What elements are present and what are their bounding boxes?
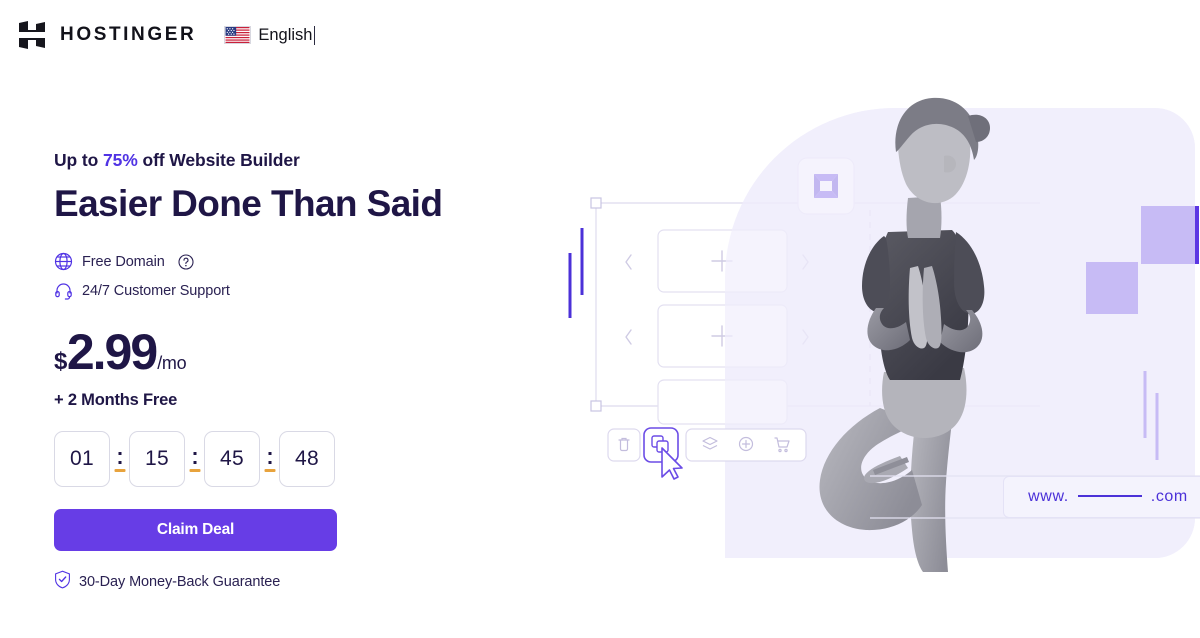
feature-list: Free Domain 24/7 Customer Support [54, 247, 474, 305]
headset-icon [54, 281, 73, 300]
hero-illustration: www. .com [540, 0, 1200, 638]
price-amount: 2.99 [66, 324, 158, 380]
globe-icon [54, 252, 73, 271]
shield-check-icon [54, 570, 71, 594]
feature-label: 24/7 Customer Support [82, 282, 230, 299]
feature-item-support: 24/7 Customer Support [54, 276, 474, 305]
domain-prefix: www. [1028, 488, 1069, 505]
question-circle-icon[interactable] [174, 253, 194, 270]
eyebrow-suffix: off Website Builder [137, 150, 300, 170]
hostinger-h-logo-icon [18, 20, 46, 50]
domain-input-bar[interactable]: www. .com [1003, 476, 1200, 518]
us-flag-icon [224, 26, 252, 44]
promo-eyebrow: Up to 75% off Website Builder [54, 148, 474, 172]
bonus-text: + 2 Months Free [54, 391, 178, 409]
countdown-unit-minutes: 45 [204, 431, 260, 487]
feature-label: Free Domain [82, 253, 165, 270]
price-period: /mo [157, 353, 187, 373]
feature-item-free-domain: Free Domain [54, 247, 474, 276]
domain-blank-line [1077, 494, 1142, 497]
countdown-separator [260, 431, 279, 487]
brand-name: HOSTINGER [60, 24, 197, 45]
guarantee-label: 30-Day Money-Back Guarantee [79, 574, 281, 590]
landing-page: HOSTINGER English Up to 75% off Website … [0, 0, 1200, 638]
hero-content: Up to 75% off Website Builder Easier Don… [54, 148, 474, 594]
language-label: English [258, 25, 316, 45]
eyebrow-prefix: Up to [54, 150, 103, 170]
countdown-unit-hours: 15 [129, 431, 185, 487]
price-display: $ 2.99 /mo [54, 327, 474, 377]
brand-logo[interactable]: HOSTINGER [18, 20, 196, 50]
money-back-guarantee: 30-Day Money-Back Guarantee [54, 570, 474, 594]
countdown-unit-days: 01 [54, 431, 110, 487]
domain-suffix: .com [1150, 488, 1188, 505]
claim-deal-button[interactable]: Claim Deal [54, 509, 337, 551]
page-title: Easier Done Than Said [54, 183, 443, 224]
language-selector[interactable]: English [224, 25, 316, 45]
decor-lines-left [568, 228, 584, 318]
eyebrow-discount: 75% [102, 150, 138, 170]
countdown-separator [185, 431, 204, 487]
site-header: HOSTINGER English [18, 20, 316, 50]
countdown-separator [110, 431, 129, 487]
countdown-unit-seconds: 48 [279, 431, 335, 487]
countdown-timer: 01 15 45 48 [54, 431, 474, 487]
price-currency: $ [54, 348, 67, 375]
